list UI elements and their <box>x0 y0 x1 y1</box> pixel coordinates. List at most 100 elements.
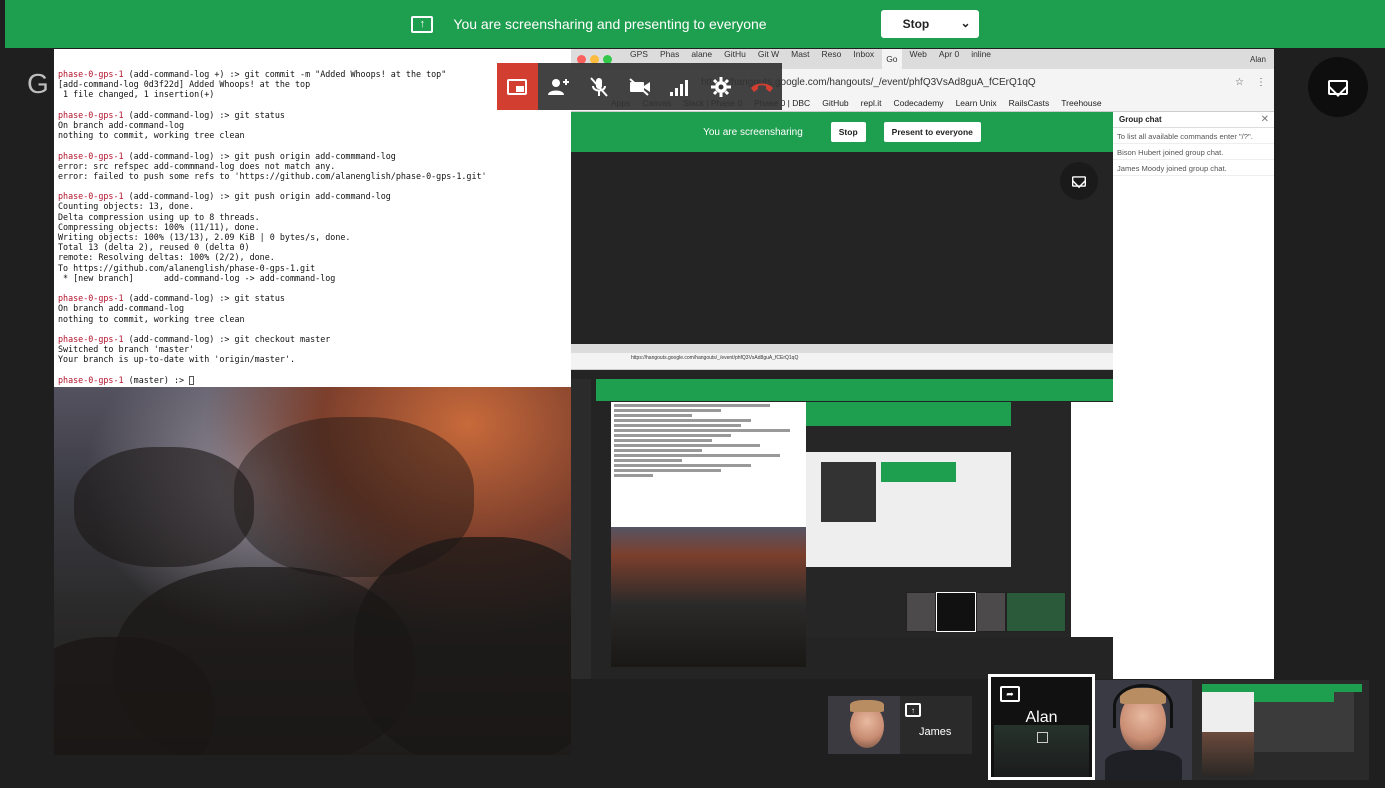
inner-screenshare-banner: You are screensharing Stop Present to ev… <box>571 112 1113 152</box>
nested-terminal <box>611 402 806 527</box>
nested-desktop <box>611 527 806 667</box>
terminal-text: Total 13 (delta 2), reused 0 (delta 0) <box>58 242 250 253</box>
stop-sharing-button[interactable]: Stop ⌄ <box>880 10 979 38</box>
terminal-prompt: phase-0-gps-1 <box>58 109 124 120</box>
chevron-down-icon[interactable]: ⌄ <box>961 16 971 30</box>
terminal-window[interactable]: phase-0-gps-1 (add-command-log +) :> git… <box>54 49 571 387</box>
presenting-icon <box>1037 732 1048 743</box>
terminal-cursor <box>189 375 195 385</box>
terminal-prompt: phase-0-gps-1 <box>58 293 124 304</box>
terminal-text: (add-command-log) :> git checkout master <box>123 333 331 344</box>
desktop-wallpaper <box>54 387 571 755</box>
terminal-prompt: phase-0-gps-1 <box>58 69 124 79</box>
present-to-everyone-button[interactable]: Present to everyone <box>883 122 981 142</box>
browser-tab[interactable]: Mast <box>787 49 813 69</box>
hang-up-button[interactable] <box>741 63 783 110</box>
menu-icon[interactable]: ⋮ <box>1256 77 1266 88</box>
terminal-text: Counting objects: 13, done. <box>58 201 195 212</box>
terminal-line: Switched to branch 'master' <box>58 344 567 354</box>
chat-message: Bison Hubert joined group chat. <box>1113 146 1274 160</box>
terminal-line: Delta compression using up to 8 threads. <box>58 212 567 222</box>
inner-notifications-button[interactable] <box>1060 162 1098 200</box>
terminal-text: Compressing objects: 100% (11/11), done. <box>58 221 260 232</box>
browser-tab[interactable]: Reso <box>818 49 846 69</box>
bookmark-item[interactable]: Codecademy <box>893 98 943 108</box>
chat-message: James Moody joined group chat. <box>1113 162 1274 176</box>
star-icon[interactable]: ☆ <box>1235 77 1244 88</box>
camera-off-icon <box>628 77 650 96</box>
hangout-view: You are screensharing Stop Present to ev… <box>571 112 1113 679</box>
terminal-line: Writing objects: 100% (13/13), 2.09 KiB … <box>58 232 567 242</box>
add-person-button[interactable] <box>537 63 579 110</box>
terminal-line: To https://github.com/alanenglish/phase-… <box>58 263 567 273</box>
mic-off-icon <box>590 76 608 97</box>
terminal-line: phase-0-gps-1 (master) :> <box>58 375 567 385</box>
participant-tile-camera[interactable] <box>1095 680 1192 780</box>
terminal-text: (add-command-log) :> git status <box>123 293 285 304</box>
terminal-text: On branch add-command-log <box>58 303 185 314</box>
nested-screenshare-preview: https://hangouts.google.com/hangouts/_/e… <box>571 344 1113 679</box>
close-icon[interactable]: ✕ <box>1261 114 1269 125</box>
terminal-line: remote: Resolving deltas: 100% (2/2), do… <box>58 252 567 262</box>
terminal-text: Writing objects: 100% (13/13), 2.09 KiB … <box>58 232 351 242</box>
terminal-line: Compressing objects: 100% (11/11), done. <box>58 222 567 232</box>
terminal-text: Delta compression using up to 8 threads. <box>58 211 260 222</box>
terminal-text: Switched to branch 'master' <box>58 344 195 355</box>
browser-tab[interactable]: Web <box>906 49 931 69</box>
participants-strip: ↑ James ➦ Alan <box>828 674 1369 780</box>
inner-banner-text: You are screensharing <box>703 126 803 138</box>
terminal-line: error: failed to push some refs to 'http… <box>58 171 567 181</box>
mute-mic-button[interactable] <box>578 63 620 110</box>
envelope-icon <box>1328 79 1348 95</box>
group-chat-panel: Group chat ✕ To list all available comma… <box>1113 112 1274 679</box>
connection-quality-button[interactable] <box>659 63 701 110</box>
profile-name[interactable]: Alan <box>1250 55 1266 64</box>
settings-button[interactable] <box>700 63 742 110</box>
browser-tab[interactable]: Apr 0 <box>935 49 963 69</box>
bookmark-item[interactable]: Treehouse <box>1061 98 1101 108</box>
share-arrow-icon: ➦ <box>1000 686 1020 702</box>
bookmark-item[interactable]: GitHub <box>822 98 848 108</box>
terminal-line: phase-0-gps-1 (add-command-log) :> git s… <box>58 110 567 120</box>
envelope-icon <box>1072 175 1086 187</box>
browser-tab[interactable]: inline <box>967 49 995 69</box>
chat-header: Group chat ✕ <box>1113 112 1274 128</box>
terminal-line: phase-0-gps-1 (add-command-log +) :> git… <box>58 69 567 79</box>
terminal-prompt: phase-0-gps-1 <box>58 150 124 161</box>
terminal-text: error: failed to push some refs to 'http… <box>58 170 487 181</box>
terminal-text: (add-command-log) :> git push origin add… <box>123 191 391 202</box>
call-controls <box>497 63 783 110</box>
browser-tab[interactable]: Inbox <box>849 49 878 69</box>
terminal-line: error: src refspec add-commmand-log does… <box>58 161 567 171</box>
inner-stop-button[interactable]: Stop <box>830 122 866 142</box>
chat-title: Group chat <box>1119 115 1162 124</box>
terminal-text: (master) :> <box>123 374 190 385</box>
bookmark-item[interactable]: RailsCasts <box>1009 98 1050 108</box>
terminal-line: [add-command-log 0d3f22d] Added Whoops! … <box>58 79 567 89</box>
screenshare-message: You are screensharing and presenting to … <box>453 16 767 32</box>
terminal-text: (add-command-log) :> git status <box>123 109 285 120</box>
terminal-text: nothing to commit, working tree clean <box>58 130 245 141</box>
camera-toggle-button[interactable] <box>619 63 660 110</box>
nested-chat <box>1071 402 1113 637</box>
bookmark-item[interactable]: repl.it <box>861 98 882 108</box>
screenshare-icon: ↑ <box>905 703 921 717</box>
participant-tile-james[interactable]: ↑ James <box>828 696 972 754</box>
notifications-button[interactable] <box>1308 57 1368 117</box>
participant-tile-screen[interactable] <box>1192 680 1369 780</box>
add-person-icon <box>548 78 570 95</box>
participant-tile-alan[interactable]: ➦ Alan <box>988 674 1095 780</box>
browser-tab[interactable]: Go <box>882 49 902 69</box>
terminal-line: phase-0-gps-1 (add-command-log) :> git c… <box>58 334 567 344</box>
bookmark-item[interactable]: Learn Unix <box>956 98 997 108</box>
terminal-line: 1 file changed, 1 insertion(+) <box>58 89 567 99</box>
terminal-line: On branch add-command-log <box>58 120 567 130</box>
terminal-prompt: phase-0-gps-1 <box>58 333 124 344</box>
chat-message: To list all available commands enter "/?… <box>1113 130 1274 144</box>
picture-in-picture-button[interactable] <box>497 63 538 110</box>
terminal-prompt: phase-0-gps-1 <box>58 191 124 202</box>
